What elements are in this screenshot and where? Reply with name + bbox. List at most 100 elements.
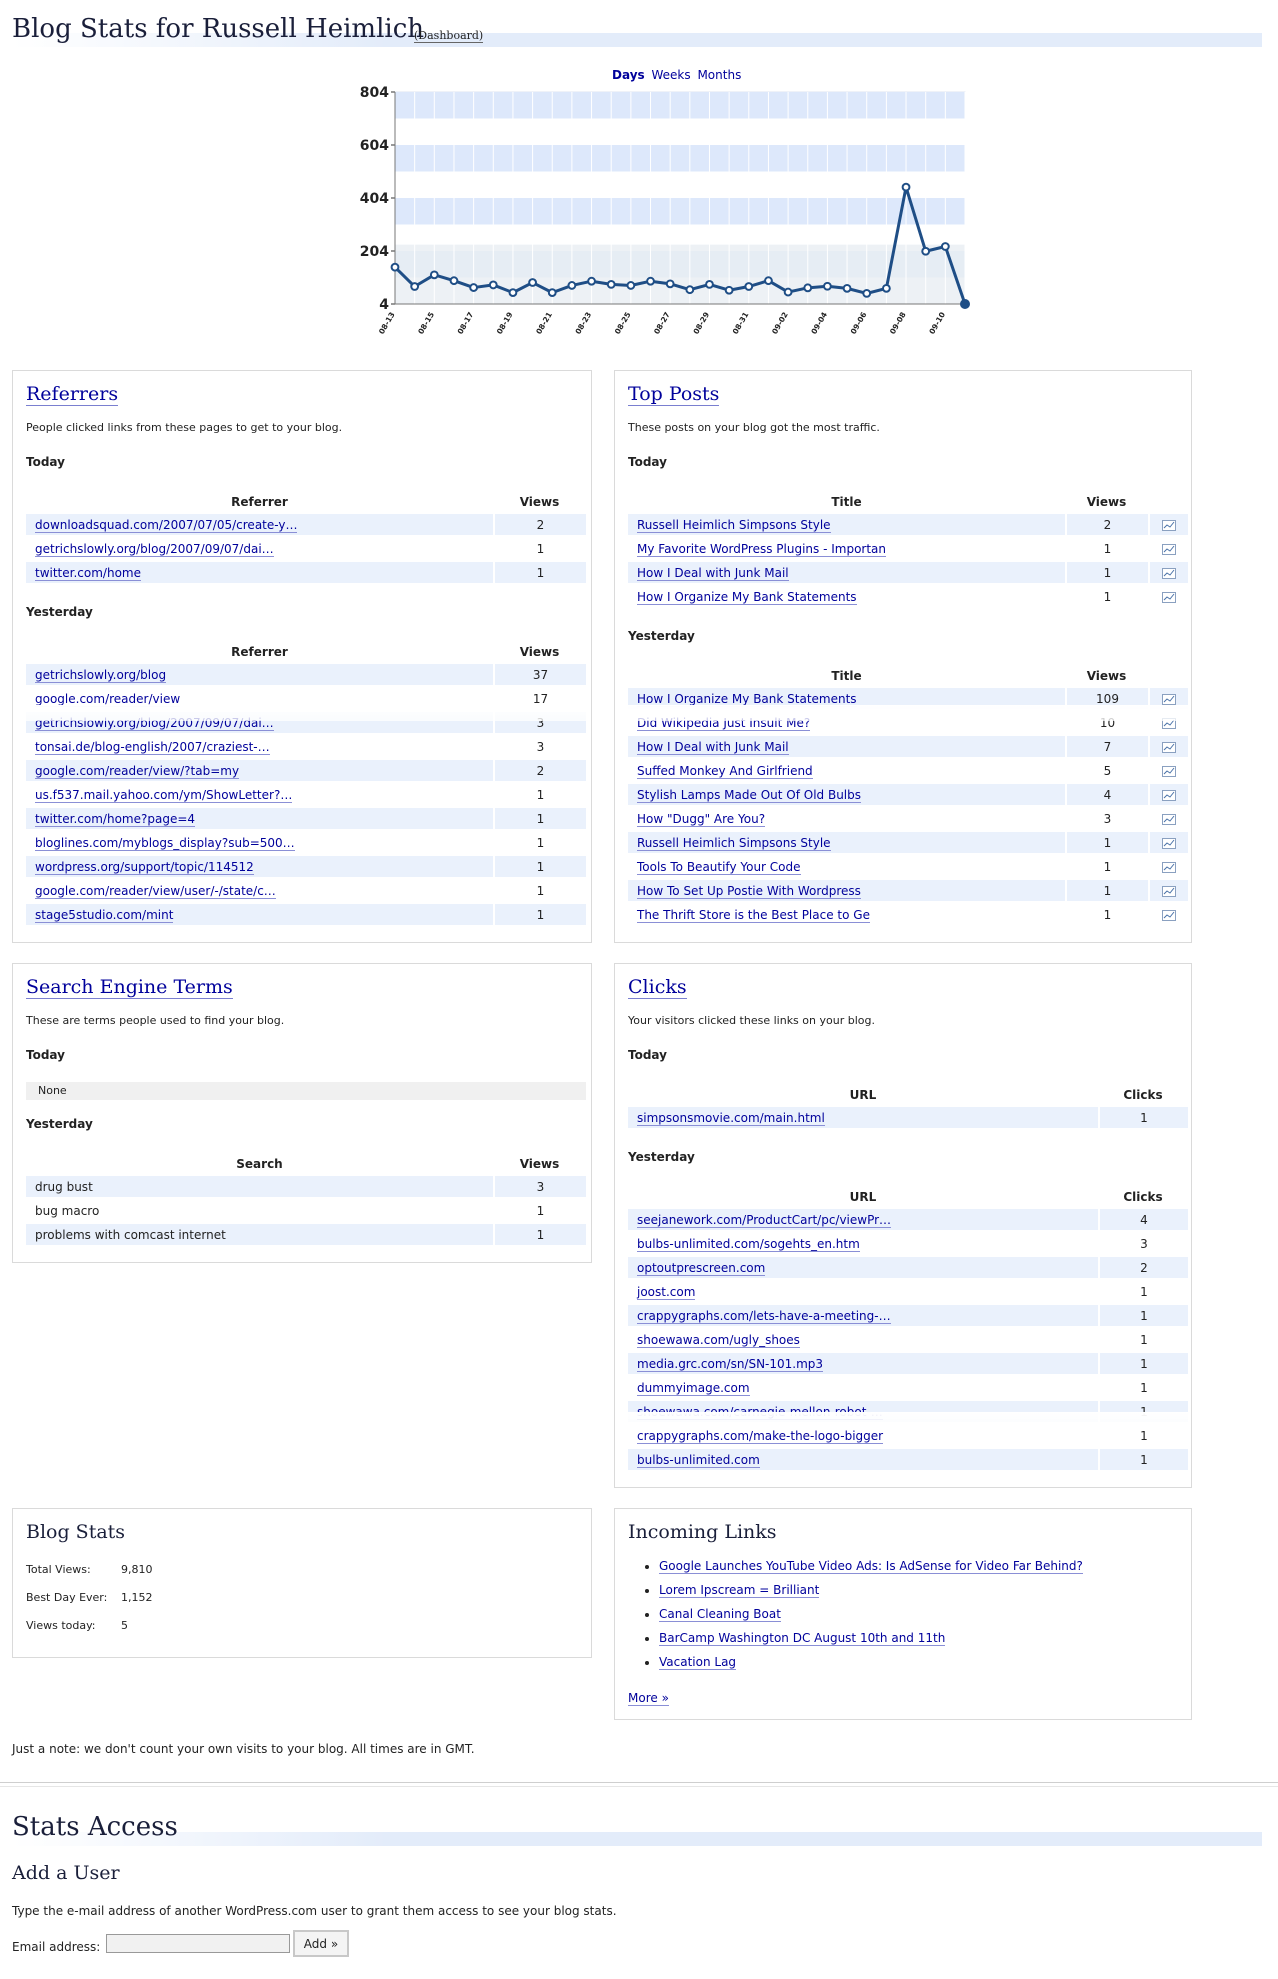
row-link[interactable]: twitter.com/home [35,565,141,581]
row-link[interactable]: bulbs-unlimited.com/sogehts_en.htm [637,1236,860,1252]
email-label: Email address: [12,1940,101,1954]
row-link[interactable]: media.grc.com/sn/SN-101.mp3 [637,1356,824,1372]
x-tick-label: 08-15 [416,311,436,336]
row-count: 2 [493,514,586,535]
y-tick-label: 804 [360,85,389,101]
referrer-row: stage5studio.com/mint 1 [26,904,586,925]
row-link[interactable]: tonsai.de/blog-english/2007/craziest-… [35,739,270,755]
sparkline-icon[interactable] [1148,832,1188,853]
best-day: Best Day Ever: 1,152 [26,1591,153,1604]
row-label: problems with comcast internet [26,1224,493,1245]
row-link[interactable]: Tools To Beautify Your Code [637,859,801,875]
incoming-links-list: Google Launches YouTube Video Ads: Is Ad… [641,1555,1083,1675]
search-term-row: drug bust 3 [26,1176,586,1197]
x-tick-label: 08-31 [731,311,751,336]
sparkline-icon[interactable] [1148,856,1188,877]
x-tick-label: 08-19 [495,311,515,336]
row-link[interactable]: Russell Heimlich Simpsons Style [637,517,831,533]
post-row: Russell Heimlich Simpsons Style 1 [628,832,1188,853]
sparkline-icon[interactable] [1148,514,1188,535]
incoming-link[interactable]: Google Launches YouTube Video Ads: Is Ad… [659,1559,1083,1574]
row-link[interactable]: getrichslowly.org/blog/2007/09/07/dai… [35,541,274,557]
row-link[interactable]: twitter.com/home?page=4 [35,811,196,827]
row-link[interactable]: How I Deal with Junk Mail [637,739,789,755]
incoming-links-panel: Incoming Links Google Launches YouTube V… [614,1508,1192,1720]
incoming-link[interactable]: Lorem Ipscream = Brilliant [659,1583,820,1598]
row-link[interactable]: downloadsquad.com/2007/07/05/create-y… [35,517,298,533]
row-link[interactable]: My Favorite WordPress Plugins - Importan [637,541,887,557]
row-link[interactable]: crappygraphs.com/lets-have-a-meeting-… [637,1308,891,1324]
row-link[interactable]: dummyimage.com [637,1380,750,1396]
blog-stats-panel: Blog Stats Total Views: 9,810 Best Day Ev… [12,1508,592,1658]
sparkline-icon[interactable] [1148,736,1188,757]
data-point [803,283,813,293]
row-link[interactable]: google.com/reader/view/user/-/state/c… [35,883,276,899]
row-link[interactable]: shoewawa.com/ugly_shoes [637,1332,800,1348]
clicks-yesterday-label: Yesterday [628,1150,695,1164]
sparkline-icon[interactable] [1148,808,1188,829]
row-link[interactable]: simpsonsmovie.com/main.html [637,1110,825,1126]
row-link[interactable]: us.f537.mail.yahoo.com/ym/ShowLetter?… [35,787,293,803]
dashboard-link[interactable]: (Dashboard) [414,29,484,43]
search-term-row: problems with comcast internet 1 [26,1224,586,1245]
top-posts-title[interactable]: Top Posts [628,383,720,406]
row-link[interactable]: Russell Heimlich Simpsons Style [637,835,831,851]
sparkline-icon[interactable] [1148,538,1188,559]
row-link[interactable]: bloglines.com/myblogs_display?sub=500… [35,835,295,851]
click-row: bulbs-unlimited.com 1 [628,1449,1188,1470]
search-terms-title[interactable]: Search Engine Terms [26,976,233,999]
referrers-description: People clicked links from these pages to… [26,421,343,434]
row-link[interactable]: Stylish Lamps Made Out Of Old Bulbs [637,787,862,803]
row-link[interactable]: wordpress.org/support/topic/114512 [35,859,254,875]
row-count: 2 [493,760,586,781]
incoming-link[interactable]: Canal Cleaning Boat [659,1607,781,1622]
x-tick-label: 08-29 [691,311,711,336]
referrer-row: getrichslowly.org/blog/2007/09/07/dai… 1 [26,538,586,559]
expand-fade [628,1412,1188,1428]
email-field[interactable] [106,1934,290,1953]
incoming-link[interactable]: Vacation Lag [659,1655,737,1670]
views-today-value: 5 [121,1619,128,1632]
row-link[interactable]: How I Deal with Junk Mail [637,565,789,581]
row-count: 1 [1065,904,1148,925]
sparkline-icon[interactable] [1148,784,1188,805]
row-link[interactable]: getrichslowly.org/blog [35,667,167,683]
row-link[interactable]: Suffed Monkey And Girlfriend [637,763,813,779]
row-link[interactable]: google.com/reader/view/?tab=my [35,763,240,779]
top-posts-yesterday-label: Yesterday [628,629,695,643]
row-link[interactable]: How "Dugg" Are You? [637,811,766,827]
referrer-row: downloadsquad.com/2007/07/05/create-y… 2 [26,514,586,535]
add-user-title: Add a User [12,1862,120,1884]
row-count: 1 [1098,1305,1188,1326]
referrer-row: google.com/reader/view/?tab=my 2 [26,760,586,781]
row-link[interactable]: How I Organize My Bank Statements [637,589,857,605]
row-link[interactable]: bulbs-unlimited.com [637,1452,760,1468]
row-link[interactable]: seejanework.com/ProductCart/pc/viewPr… [637,1212,892,1228]
clicks-title[interactable]: Clicks [628,976,687,999]
row-link[interactable]: optoutprescreen.com [637,1260,766,1276]
total-views-value: 9,810 [121,1563,153,1576]
row-count: 4 [1098,1209,1188,1230]
col-url: URL [849,1190,877,1204]
search-terms-yesterday-label: Yesterday [26,1117,93,1131]
click-row: shoewawa.com/ugly_shoes 1 [628,1329,1188,1350]
sparkline-icon[interactable] [1148,880,1188,901]
row-link[interactable]: crappygraphs.com/make-the-logo-bigger [637,1428,884,1444]
row-link[interactable]: How To Set Up Postie With Wordpress [637,883,861,899]
row-count: 37 [493,664,586,685]
incoming-link[interactable]: BarCamp Washington DC August 10th and 11… [659,1631,946,1646]
expand-fade [26,705,586,721]
referrers-title[interactable]: Referrers [26,383,119,406]
row-link[interactable]: stage5studio.com/mint [35,907,174,923]
sparkline-icon[interactable] [1148,760,1188,781]
add-user-button[interactable]: Add » [293,1930,349,1957]
row-count: 1 [1065,832,1148,853]
sparkline-icon[interactable] [1148,586,1188,607]
row-link[interactable]: joost.com [637,1284,696,1300]
sparkline-icon[interactable] [1148,562,1188,583]
total-views: Total Views: 9,810 [26,1563,153,1576]
sparkline-icon[interactable] [1148,904,1188,925]
more-link[interactable]: More » [628,1691,669,1706]
x-tick-label: 09-04 [809,311,829,336]
row-link[interactable]: The Thrift Store is the Best Place to Ge [637,907,870,923]
